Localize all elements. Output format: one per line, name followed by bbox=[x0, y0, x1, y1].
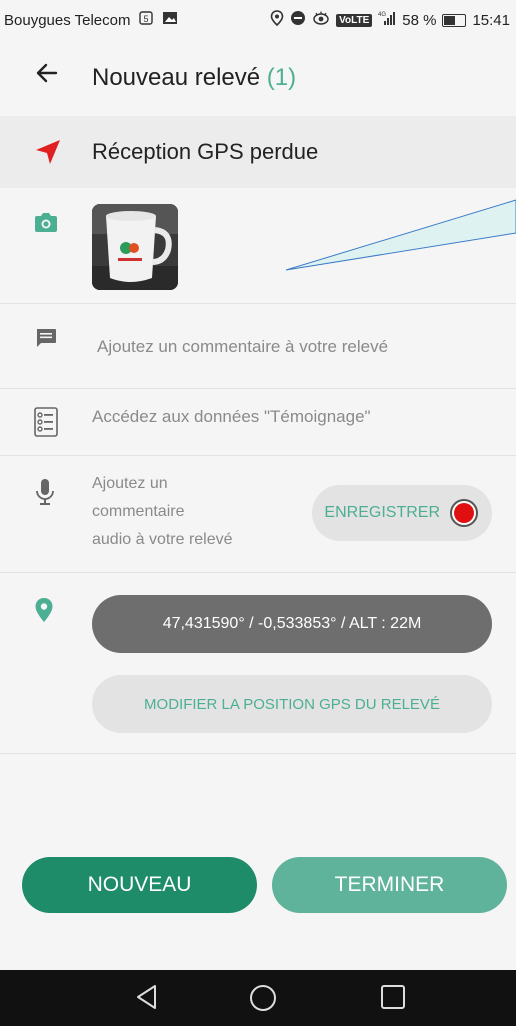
nav-home-icon[interactable] bbox=[249, 984, 277, 1017]
status-bar: Bouygues Telecom 5 VoLTE 4G 58 % 15:41 bbox=[0, 0, 516, 38]
photo-callout bbox=[285, 199, 516, 271]
battery-icon bbox=[442, 13, 467, 27]
new-button[interactable]: NOUVEAU bbox=[22, 857, 257, 913]
coordinates-display: 47,431590° / -0,533853° / ALT : 22M bbox=[92, 595, 492, 653]
eye-icon bbox=[312, 10, 330, 30]
record-button[interactable]: ENREGISTRER bbox=[312, 485, 492, 541]
photo-thumbnail[interactable] bbox=[92, 204, 178, 290]
svg-text:5: 5 bbox=[144, 14, 149, 24]
gps-status-text: Réception GPS perdue bbox=[92, 139, 319, 164]
camera-icon[interactable] bbox=[34, 211, 58, 238]
audio-text-line: Ajoutez un bbox=[92, 475, 168, 492]
audio-row: Ajoutez un commentaire audio à votre rel… bbox=[0, 456, 516, 573]
svg-text:4G: 4G bbox=[378, 12, 386, 18]
message-icon bbox=[34, 326, 58, 355]
page-title-text: Nouveau relevé bbox=[92, 64, 261, 91]
back-arrow-icon[interactable] bbox=[34, 60, 60, 86]
location-icon bbox=[270, 10, 284, 30]
map-pin-icon bbox=[34, 597, 54, 628]
microphone-icon bbox=[34, 478, 56, 511]
volte-badge: VoLTE bbox=[336, 13, 373, 27]
list-icon bbox=[34, 407, 58, 442]
signal-icon: 4G bbox=[378, 10, 396, 30]
modify-gps-button[interactable]: MODIFIER LA POSITION GPS DU RELEVÉ bbox=[92, 675, 492, 733]
sim-icon: 5 bbox=[138, 10, 154, 30]
audio-text-line: commentaire bbox=[92, 503, 185, 520]
page-title: Nouveau relevé (1) bbox=[92, 64, 296, 92]
clock: 15:41 bbox=[472, 11, 510, 29]
nav-back-icon[interactable] bbox=[135, 984, 159, 1015]
testimony-link[interactable]: Accédez aux données "Témoignage" bbox=[92, 407, 371, 427]
comment-input[interactable]: Ajoutez un commentaire à votre relevé bbox=[97, 337, 388, 357]
battery-percent: 58 % bbox=[402, 11, 437, 29]
navigation-arrow-icon bbox=[34, 138, 62, 171]
nav-recents-icon[interactable] bbox=[380, 984, 406, 1015]
audio-instruction: Ajoutez un commentaire audio à votre rel… bbox=[92, 470, 292, 554]
comment-row[interactable]: Ajoutez un commentaire à votre relevé bbox=[0, 304, 516, 389]
do-not-disturb-icon bbox=[290, 10, 306, 30]
app-header: Nouveau relevé (1) bbox=[0, 38, 516, 114]
location-row: 47,431590° / -0,533853° / ALT : 22M MODI… bbox=[0, 573, 516, 754]
audio-text-line: audio à votre relevé bbox=[92, 531, 233, 548]
carrier-name: Bouygues Telecom bbox=[4, 11, 131, 29]
photo-row bbox=[0, 189, 516, 304]
record-dot-icon bbox=[450, 499, 478, 527]
testimony-row[interactable]: Accédez aux données "Témoignage" bbox=[0, 389, 516, 456]
gallery-icon bbox=[162, 10, 178, 30]
record-button-label: ENREGISTRER bbox=[324, 504, 440, 521]
gps-status-banner: Réception GPS perdue bbox=[0, 116, 516, 188]
system-nav-bar bbox=[0, 970, 516, 1026]
finish-button[interactable]: TERMINER bbox=[272, 857, 507, 913]
record-count: (1) bbox=[266, 64, 297, 91]
